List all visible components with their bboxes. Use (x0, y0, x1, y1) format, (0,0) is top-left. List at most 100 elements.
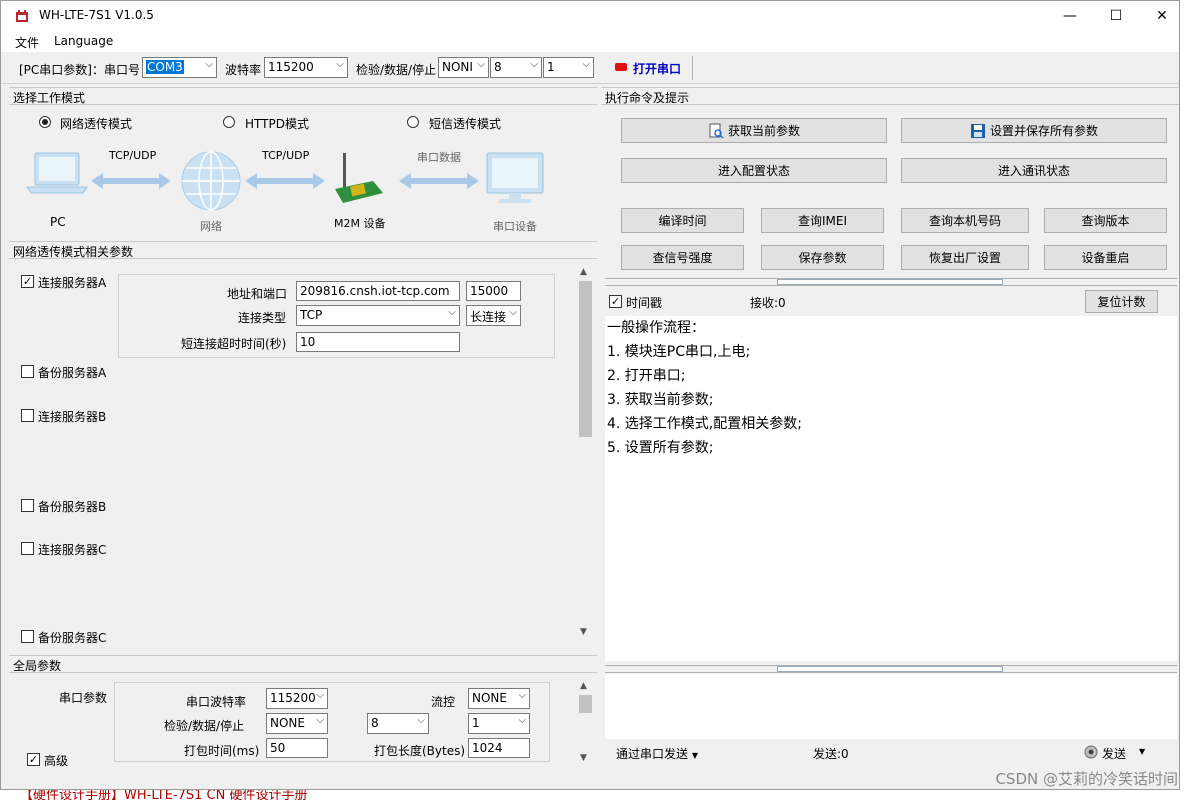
chevron-down-icon: ⌵ (205, 59, 213, 70)
port-input[interactable]: 15000 (466, 281, 521, 301)
conn-type-select[interactable]: TCP ⌵ (296, 305, 460, 326)
global-databits-select[interactable]: 8 ⌵ (367, 713, 429, 734)
global-baud-select[interactable]: 115200 ⌵ (266, 688, 328, 709)
global-baud-label: 串口波特率 (186, 695, 247, 709)
addr-input[interactable]: 209816.cnsh.iot-tcp.com (296, 281, 460, 301)
send-via-select[interactable]: 通过串口发送 ▼ (616, 745, 698, 762)
pack-time-label: 打包时间(ms) (184, 744, 260, 758)
chevron-down-icon: ⌵ (509, 307, 517, 318)
log-line: 3. 获取当前参数; (607, 392, 714, 408)
server-b-label: 连接服务器B (38, 410, 107, 424)
chevron-down-icon: ⌵ (530, 59, 538, 70)
query-version-button[interactable]: 查询版本 (1044, 208, 1167, 233)
log-line: 4. 选择工作模式,配置相关参数; (607, 416, 802, 432)
log-area[interactable]: 一般操作流程： 1. 模块连PC串口,上电; 2. 打开串口; 3. 获取当前参… (605, 316, 1177, 661)
global-scroll-thumb[interactable] (579, 695, 592, 713)
factory-reset-button[interactable]: 恢复出厂设置 (901, 245, 1029, 270)
caret-down-icon: ▼ (691, 751, 698, 760)
save-all-button[interactable]: 设置并保存所有参数 (901, 118, 1167, 143)
enter-config-button[interactable]: 进入配置状态 (621, 158, 887, 183)
backup-c-checkbox[interactable] (21, 630, 34, 643)
diagram-link1-label: TCP/UDP (109, 149, 157, 162)
save-icon (970, 123, 985, 138)
close-button[interactable]: ✕ (1139, 1, 1179, 31)
splitter-grip[interactable] (777, 279, 1003, 285)
backup-b-checkbox[interactable] (21, 499, 34, 512)
mode-label-httpd: HTTPD模式 (245, 117, 309, 131)
mode-radio-network[interactable] (39, 116, 51, 128)
send-button[interactable]: 发送 ▼ (1081, 741, 1151, 763)
signal-strength-button[interactable]: 查信号强度 (621, 245, 744, 270)
conn-type-label: 连接类型 (238, 311, 287, 325)
flow-select[interactable]: NONE ⌵ (468, 688, 530, 709)
menu-file[interactable]: 文件 (15, 34, 39, 51)
app-icon (16, 10, 28, 22)
recv-count: 接收:0 (750, 296, 786, 310)
parity-select[interactable]: NONI ⌵ (438, 57, 489, 78)
baud-select[interactable]: 115200 ⌵ (264, 57, 348, 78)
backup-c-label: 备份服务器C (38, 631, 107, 645)
chevron-down-icon: ⌵ (518, 690, 526, 701)
stopbits-select[interactable]: 1 ⌵ (543, 57, 594, 78)
save-params-button[interactable]: 保存参数 (761, 245, 884, 270)
global-parity-select[interactable]: NONE ⌵ (266, 713, 328, 734)
params-header: 网络透传模式相关参数 (9, 241, 597, 259)
scroll-up-icon[interactable]: ▲ (580, 681, 587, 691)
reset-count-button[interactable]: 复位计数 (1085, 290, 1158, 313)
scroll-down-icon[interactable]: ▼ (580, 753, 587, 763)
server-b-checkbox[interactable] (21, 409, 34, 422)
diagram-network-label: 网络 (200, 220, 222, 233)
cmd-splitter[interactable] (605, 278, 1177, 286)
menu-language[interactable]: Language (54, 34, 113, 48)
server-c-label: 连接服务器C (38, 543, 107, 557)
databits-select[interactable]: 8 ⌵ (490, 57, 542, 78)
led-icon (615, 63, 627, 71)
timestamp-checkbox[interactable]: ✓ (609, 295, 622, 308)
scroll-down-icon[interactable]: ▼ (580, 627, 587, 637)
global-scrollbar[interactable]: ▲ ▼ (577, 677, 594, 769)
get-params-button[interactable]: 获取当前参数 (621, 118, 887, 143)
menu-bar: 文件 Language (1, 31, 1179, 52)
splitter-grip[interactable] (777, 666, 1003, 672)
log-line: 5. 设置所有参数; (607, 440, 714, 456)
pack-len-input[interactable]: 1024 (468, 738, 530, 758)
params-scroll-thumb[interactable] (579, 281, 592, 437)
m2m-device-icon (335, 153, 383, 203)
conn-mode-select[interactable]: 长连接 ⌵ (466, 305, 521, 326)
maximize-button[interactable]: ☐ (1093, 1, 1139, 31)
server-c-checkbox[interactable] (21, 542, 34, 555)
scroll-up-icon[interactable]: ▲ (580, 267, 587, 277)
app-window: WH-LTE-7S1 V1.0.5 — ☐ ✕ 文件 Language [PC串… (0, 0, 1180, 790)
log-line: 一般操作流程： (607, 320, 705, 336)
query-imei-button[interactable]: 查询IMEI (761, 208, 884, 233)
send-area[interactable] (605, 674, 1177, 739)
log-splitter[interactable] (605, 665, 1177, 673)
diagram-m2m-label: M2M 设备 (334, 217, 386, 230)
timeout-label: 短连接超时时间(秒) (181, 337, 287, 351)
search-document-icon (709, 123, 724, 139)
server-a-checkbox[interactable]: ✓ (21, 275, 34, 288)
compile-time-button[interactable]: 编译时间 (621, 208, 744, 233)
enter-comm-button[interactable]: 进入通讯状态 (901, 158, 1167, 183)
advanced-checkbox[interactable]: ✓ (27, 753, 40, 766)
backup-a-label: 备份服务器A (38, 366, 107, 380)
global-stopbits-select[interactable]: 1 ⌵ (468, 713, 530, 734)
mode-radio-httpd[interactable] (223, 116, 235, 128)
flow-label: 流控 (431, 695, 456, 709)
chevron-down-icon: ⌵ (448, 307, 456, 318)
serial-port-select[interactable]: COM3 ⌵ (142, 57, 217, 78)
open-port-button[interactable]: 打开串口 (607, 56, 693, 80)
chevron-down-icon: ⌵ (336, 59, 344, 70)
pack-time-input[interactable]: 50 (266, 738, 328, 758)
minimize-button[interactable]: — (1047, 1, 1093, 31)
backup-a-checkbox[interactable] (21, 365, 34, 378)
reboot-button[interactable]: 设备重启 (1044, 245, 1167, 270)
global-header: 全局参数 (9, 655, 597, 673)
params-scrollbar[interactable]: ▲ ▼ (577, 261, 594, 646)
timeout-input[interactable]: 10 (296, 332, 460, 352)
advanced-label: 高级 (44, 754, 69, 768)
query-phone-button[interactable]: 查询本机号码 (901, 208, 1029, 233)
send-icon (1084, 745, 1098, 759)
diagram-pc-label: PC (50, 215, 66, 229)
mode-radio-sms[interactable] (407, 116, 419, 128)
